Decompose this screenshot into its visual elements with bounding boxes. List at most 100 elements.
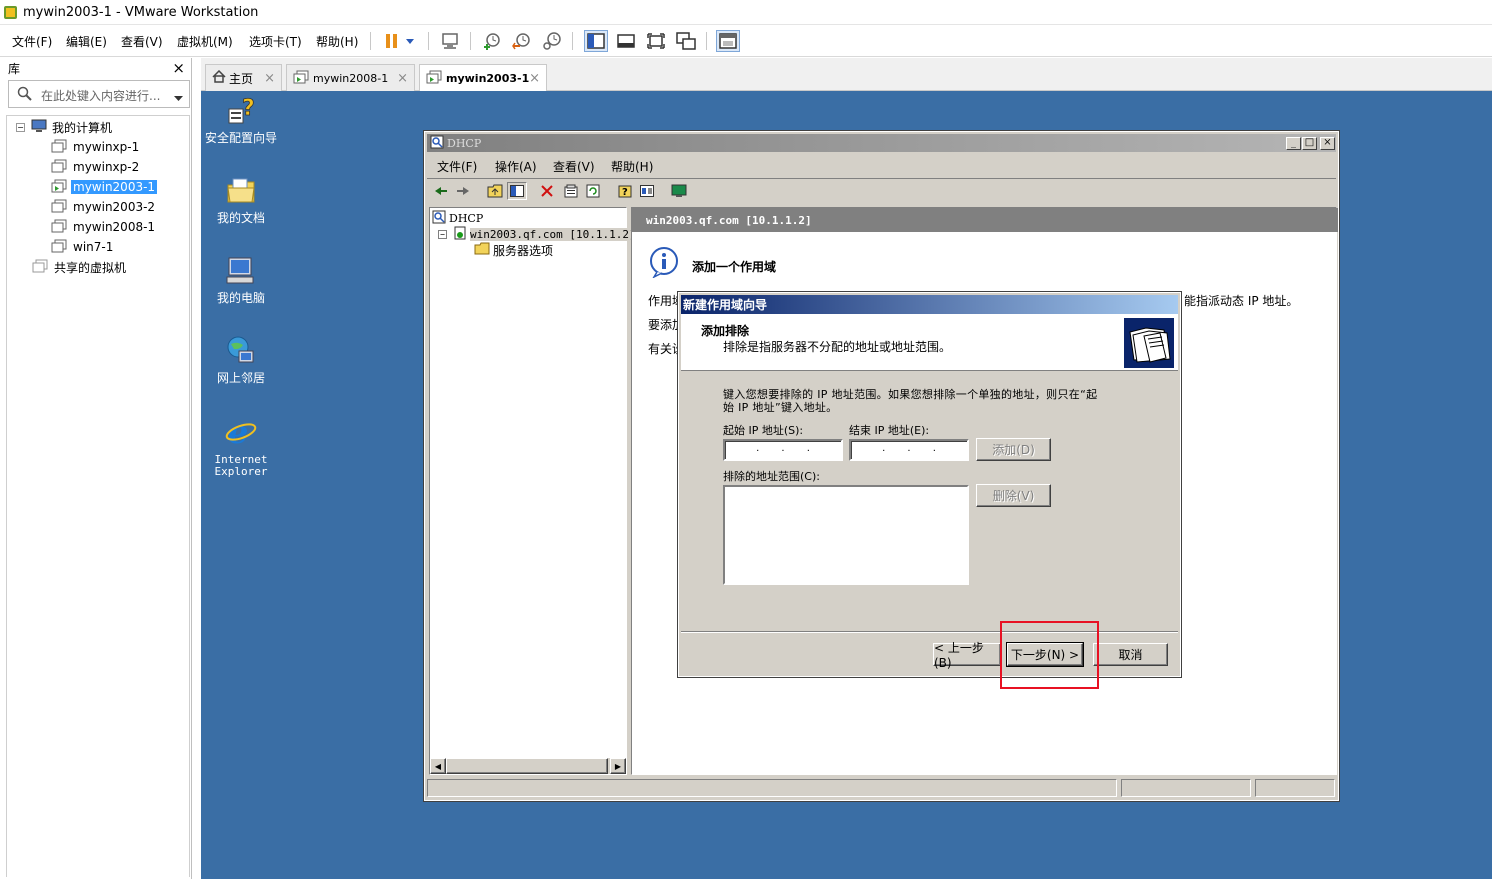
- menu-file[interactable]: 文件(F): [12, 33, 52, 50]
- vm-icon: [51, 239, 67, 256]
- desktop-icon-my-documents[interactable]: 我的文档: [201, 175, 281, 224]
- tree-label: win7-1: [73, 240, 114, 254]
- dhcp-menu-action[interactable]: 操作(A): [495, 158, 537, 175]
- server-monitor-icon[interactable]: [669, 182, 689, 200]
- library-view-icon[interactable]: [584, 30, 608, 52]
- vm-icon: [51, 159, 67, 176]
- collapse-icon[interactable]: −: [438, 229, 447, 239]
- tab-close-icon[interactable]: ×: [264, 71, 275, 86]
- folder-documents-icon: [225, 178, 257, 210]
- console-icon[interactable]: [637, 182, 657, 200]
- dhcp-title: DHCP: [447, 136, 482, 150]
- fullscreen-icon[interactable]: [644, 30, 668, 52]
- vm-icon: [51, 219, 67, 236]
- tree-node-shared-vms[interactable]: 共享的虚拟机: [32, 258, 128, 276]
- forward-arrow-icon[interactable]: [453, 182, 473, 200]
- close-button[interactable]: ×: [1320, 137, 1335, 150]
- vm-icon: [51, 199, 67, 216]
- console-view-icon[interactable]: [614, 30, 638, 52]
- minimize-button[interactable]: _: [1286, 137, 1301, 150]
- tree-node-vm[interactable]: mywinxp-1: [51, 138, 141, 156]
- scroll-left-icon[interactable]: ◀: [430, 758, 446, 774]
- snapshot-take-icon[interactable]: [480, 30, 504, 52]
- desktop-icon-label: 安全配置向导: [204, 131, 277, 145]
- wizard-title-bar[interactable]: 新建作用域向导: [681, 295, 1178, 314]
- scroll-right-icon[interactable]: ▶: [610, 758, 626, 774]
- dhcp-menu-file[interactable]: 文件(F): [437, 158, 477, 175]
- tab-mywin2008-1[interactable]: mywin2008-1 ×: [286, 64, 415, 91]
- desktop-icon-label: Internet Explorer: [214, 453, 268, 478]
- status-bar: [427, 779, 1336, 799]
- tree-node-my-computer[interactable]: − 我的计算机: [16, 118, 114, 136]
- vm-tab-icon: [293, 70, 309, 87]
- wizard-folder-icon: [1124, 318, 1174, 371]
- tree-node-server[interactable]: − win2003.qf.com [10.1.1.2]: [438, 226, 636, 242]
- excluded-range-list[interactable]: [723, 485, 969, 585]
- menu-help[interactable]: 帮助(H): [316, 33, 358, 50]
- home-icon: [212, 69, 226, 86]
- library-close-icon[interactable]: ×: [172, 59, 185, 77]
- show-hide-tree-icon[interactable]: [507, 182, 527, 200]
- menu-view[interactable]: 查看(V): [121, 33, 163, 50]
- dhcp-menu-help[interactable]: 帮助(H): [611, 158, 653, 175]
- tree-label: mywinxp-2: [73, 160, 140, 174]
- back-button[interactable]: < 上一步(B): [933, 641, 1001, 670]
- menu-vm[interactable]: 虚拟机(M): [177, 33, 233, 50]
- wizard-divider: [681, 631, 1178, 633]
- desktop-icon-my-computer[interactable]: 我的电脑: [201, 255, 281, 304]
- tree-node-dhcp[interactable]: DHCP: [432, 210, 483, 226]
- refresh-icon[interactable]: [583, 182, 603, 200]
- desktop-icon-label: 网上邻居: [216, 371, 265, 385]
- snapshot-revert-icon[interactable]: [510, 30, 534, 52]
- tab-mywin2003-1[interactable]: mywin2003-1 ×: [419, 64, 547, 92]
- maximize-button[interactable]: □: [1302, 137, 1317, 150]
- tree-node-vm-selected[interactable]: mywin2003-1: [51, 178, 158, 196]
- svg-text:e: e: [228, 415, 248, 449]
- cancel-button[interactable]: 取消: [1093, 643, 1168, 666]
- menu-tabs[interactable]: 选项卡(T): [249, 33, 302, 50]
- tree-node-vm[interactable]: mywin2008-1: [51, 218, 157, 236]
- new-scope-wizard-dialog[interactable]: 新建作用域向导 添加排除 排除是指服务器不分配的地址或地址范围。 键入您想要排除…: [677, 291, 1182, 678]
- back-arrow-icon[interactable]: [431, 182, 451, 200]
- tab-close-icon[interactable]: ×: [529, 71, 540, 86]
- library-search-input[interactable]: 在此处键入内容进行...: [8, 80, 190, 108]
- excluded-range-label: 排除的地址范围(C):: [723, 470, 820, 483]
- desktop-icon-network-places[interactable]: 网上邻居: [201, 335, 281, 384]
- help-icon[interactable]: ?: [615, 182, 635, 200]
- dhcp-menu-view[interactable]: 查看(V): [553, 158, 595, 175]
- tab-close-icon[interactable]: ×: [397, 71, 408, 86]
- collapse-icon[interactable]: −: [16, 122, 25, 132]
- start-ip-input[interactable]: ...: [723, 439, 843, 461]
- up-level-icon[interactable]: [485, 182, 505, 200]
- remove-exclusion-button[interactable]: 删除(V): [976, 484, 1051, 507]
- desktop-icon-internet-explorer[interactable]: e Internet Explorer: [201, 413, 281, 478]
- tree-horizontal-scrollbar[interactable]: ◀ ▶: [430, 758, 626, 774]
- send-ctrl-alt-del-icon[interactable]: [438, 30, 462, 52]
- svg-text:?: ?: [242, 96, 255, 121]
- vm-running-icon: [51, 179, 67, 196]
- search-dropdown-icon[interactable]: [174, 91, 183, 105]
- tree-node-vm[interactable]: mywin2003-2: [51, 198, 157, 216]
- tree-node-vm[interactable]: win7-1: [51, 238, 115, 256]
- add-exclusion-button[interactable]: 添加(D): [976, 438, 1051, 461]
- status-cell: [1121, 779, 1251, 797]
- status-cell: [1255, 779, 1335, 797]
- delete-icon[interactable]: [537, 182, 557, 200]
- scroll-thumb[interactable]: [446, 758, 608, 774]
- menu-edit[interactable]: 编辑(E): [66, 33, 107, 50]
- internet-explorer-icon: e: [225, 413, 257, 452]
- end-ip-label: 结束 IP 地址(E):: [849, 424, 930, 437]
- snapshot-manager-icon[interactable]: [540, 30, 564, 52]
- dhcp-node-icon: [432, 210, 446, 227]
- desktop-icon-security-wizard[interactable]: ? 安全配置向导: [201, 95, 281, 144]
- tree-node-vm[interactable]: mywinxp-2: [51, 158, 141, 176]
- unity-icon[interactable]: [674, 30, 698, 52]
- menu-bar: 文件(F) 编辑(E) 查看(V) 虚拟机(M) 选项卡(T) 帮助(H): [0, 24, 1492, 57]
- tree-node-server-options[interactable]: 服务器选项: [474, 242, 553, 258]
- end-ip-input[interactable]: ...: [849, 439, 969, 461]
- tab-home[interactable]: 主页 ×: [205, 64, 282, 91]
- properties-icon[interactable]: [561, 182, 581, 200]
- dropdown-icon[interactable]: [400, 30, 420, 52]
- dhcp-title-bar[interactable]: DHCP _ □ ×: [427, 134, 1336, 152]
- thumbnail-view-icon[interactable]: [716, 30, 740, 52]
